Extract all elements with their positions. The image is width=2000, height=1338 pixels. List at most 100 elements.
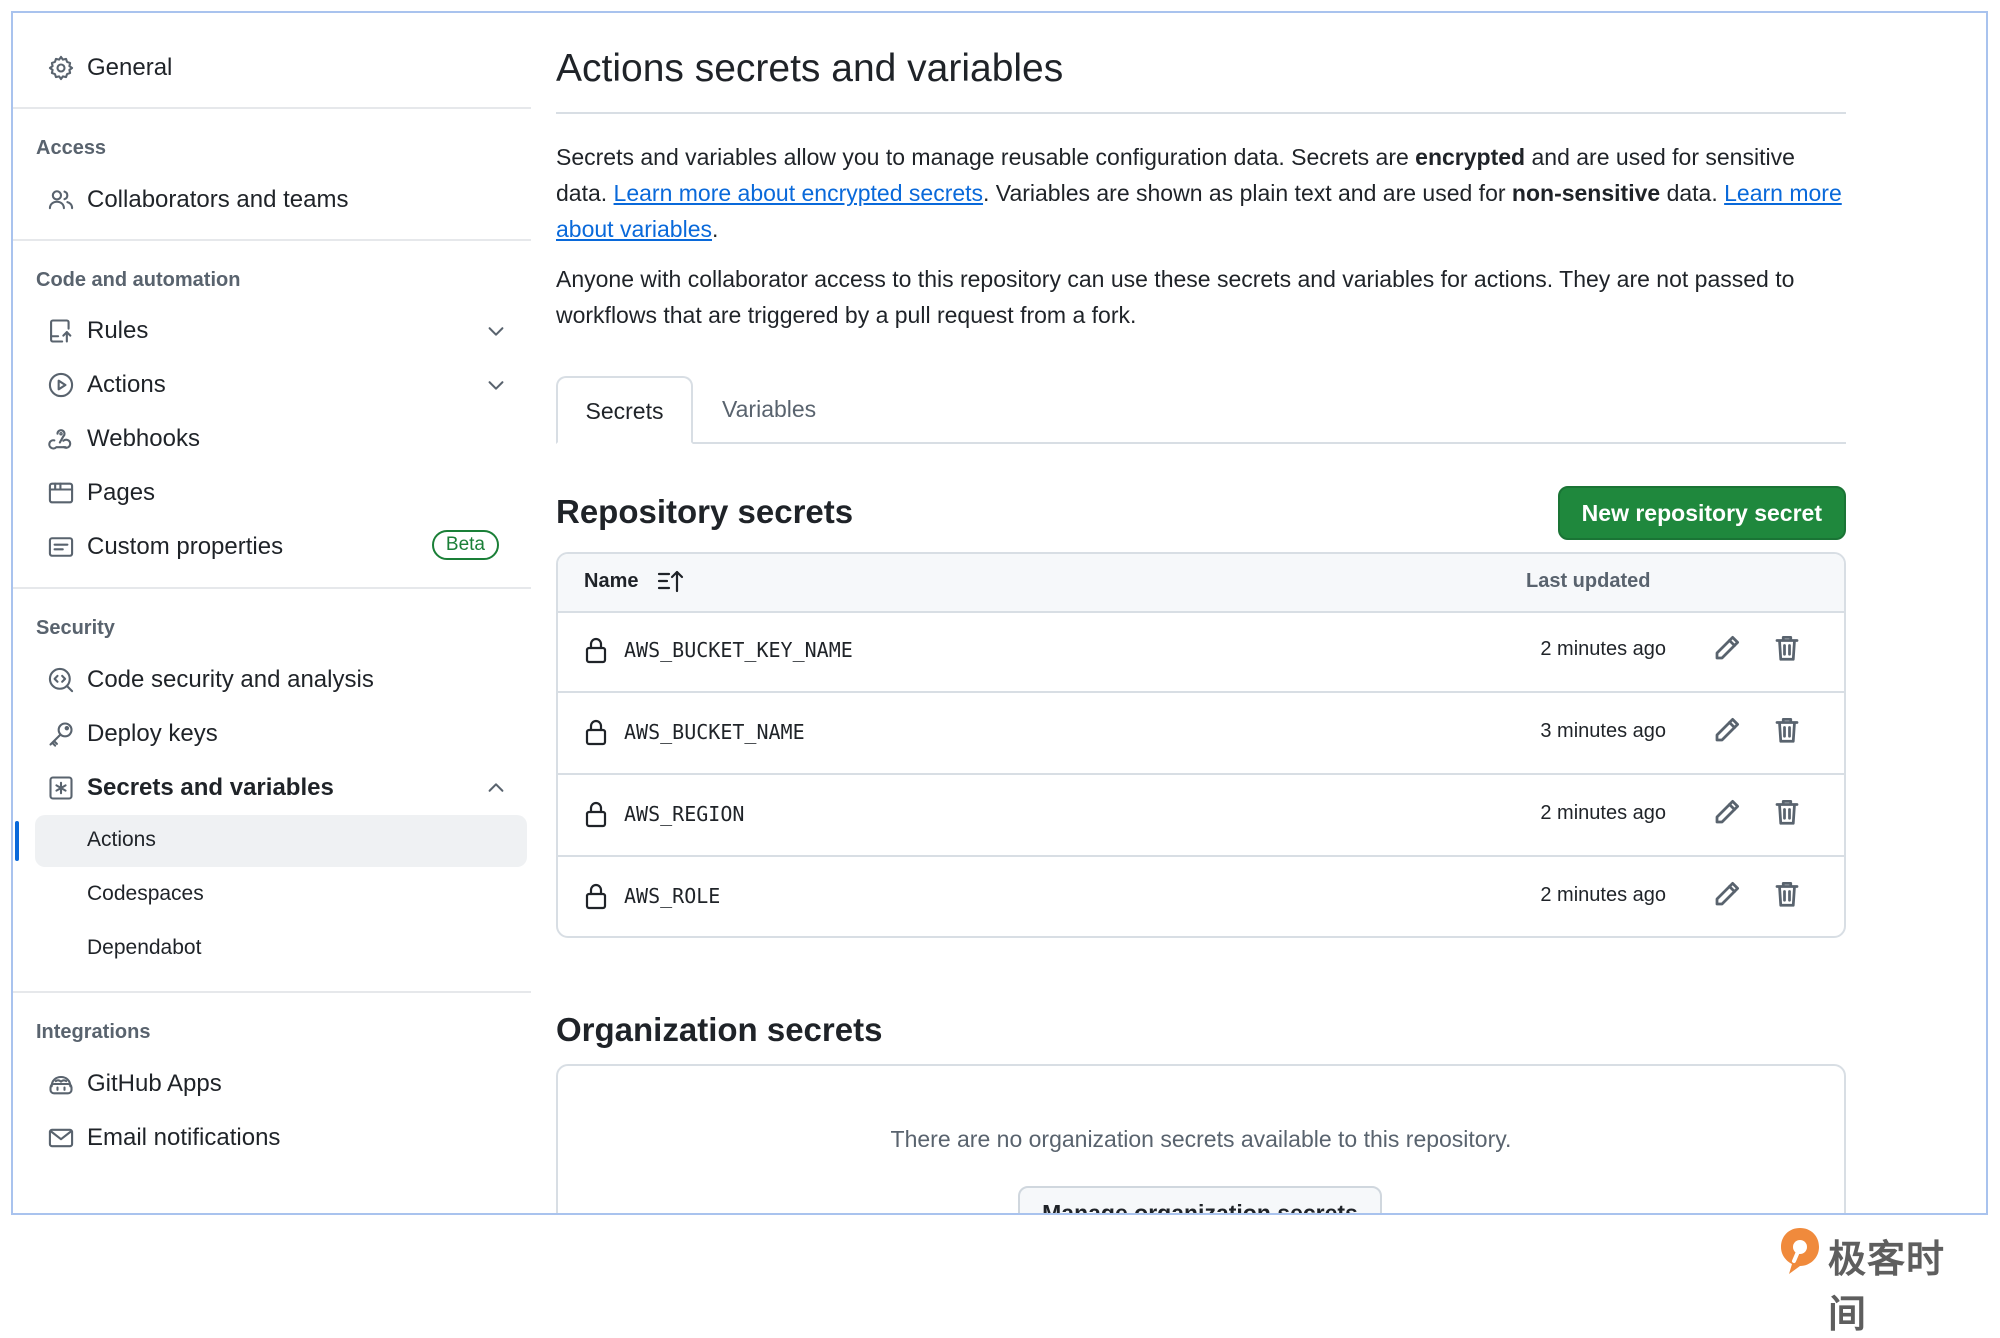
secret-name: AWS_REGION (624, 802, 745, 826)
trash-icon[interactable] (1772, 879, 1806, 913)
secret-updated: 3 minutes ago (1540, 720, 1666, 742)
note-icon (47, 533, 75, 561)
repository-secrets-table: Name Last updated AWS_BUCKET_KEY_NAME 2 … (556, 552, 1846, 938)
lock-icon (582, 881, 610, 911)
sidebar-group-integrations: Integrations (36, 1021, 151, 1043)
lock-icon (582, 717, 610, 747)
secret-name: AWS_ROLE (624, 884, 721, 908)
sidebar-subitem-dependabot[interactable]: Dependabot (35, 923, 527, 975)
webhook-icon (47, 425, 75, 453)
settings-frame: General Access Collaborators and teams C… (11, 11, 1988, 1215)
active-indicator (15, 821, 19, 861)
sidebar-item-actions[interactable]: Actions (35, 358, 525, 410)
intro-emphasis: encrypted (1415, 144, 1526, 170)
tab-variables[interactable]: Variables (722, 376, 816, 444)
sidebar-subitem-label: Actions (87, 828, 156, 851)
sidebar-item-label: Custom properties (87, 533, 284, 560)
sidebar-item-label: Collaborators and teams (87, 186, 349, 213)
pencil-icon[interactable] (1712, 633, 1746, 667)
geektime-logo-icon (1781, 1228, 1819, 1274)
lock-icon (582, 635, 610, 665)
sidebar-subitem-codespaces[interactable]: Codespaces (35, 869, 527, 921)
sidebar-divider (13, 991, 531, 993)
secret-updated: 2 minutes ago (1540, 884, 1666, 906)
sidebar-subitem-actions[interactable]: Actions (35, 815, 527, 867)
intro-text: Secrets and variables allow you to manag… (556, 144, 1416, 170)
mail-icon (47, 1124, 75, 1152)
settings-sidebar: General Access Collaborators and teams C… (13, 13, 531, 1213)
sidebar-divider (13, 587, 531, 589)
secret-name: AWS_BUCKET_NAME (624, 720, 805, 744)
repo-push-icon (47, 317, 75, 345)
play-circle-icon (47, 371, 75, 399)
intro-text: data. (1660, 180, 1725, 206)
sidebar-item-label: Deploy keys (87, 720, 218, 747)
column-header-name[interactable]: Name (584, 570, 638, 593)
learn-more-secrets-link[interactable]: Learn more about encrypted secrets (614, 180, 983, 206)
trash-icon[interactable] (1772, 633, 1806, 667)
organization-secrets-heading: Organization secrets (556, 1011, 883, 1048)
sidebar-divider (13, 239, 531, 241)
chevron-down-icon[interactable] (485, 374, 507, 396)
tab-secrets[interactable]: Secrets (556, 376, 693, 444)
intro-text: . (712, 216, 719, 242)
key-icon (47, 720, 75, 748)
sidebar-item-label: Pages (87, 479, 156, 506)
sidebar-item-label: Secrets and variables (87, 774, 334, 801)
table-row: AWS_ROLE 2 minutes ago (558, 857, 1844, 936)
sidebar-item-label: Rules (87, 317, 149, 344)
sidebar-subitem-label: Dependabot (87, 936, 202, 959)
sidebar-item-secrets-variables[interactable]: Secrets and variables (35, 761, 525, 813)
table-header: Name Last updated (558, 554, 1844, 613)
sidebar-item-email-notifications[interactable]: Email notifications (35, 1111, 525, 1163)
sidebar-item-rules[interactable]: Rules (35, 304, 525, 356)
sidebar-item-custom-properties[interactable]: Custom properties Beta (35, 520, 525, 572)
chevron-down-icon[interactable] (485, 320, 507, 342)
new-repository-secret-button[interactable]: New repository secret (1557, 486, 1846, 540)
sidebar-item-code-security[interactable]: Code security and analysis (35, 653, 525, 705)
gear-icon (47, 54, 75, 82)
sort-icon[interactable] (656, 567, 686, 595)
people-icon (47, 186, 75, 214)
sidebar-item-webhooks[interactable]: Webhooks (35, 412, 525, 464)
sidebar-item-label: GitHub Apps (87, 1070, 222, 1097)
manage-organization-secrets-button[interactable]: Manage organization secrets (1018, 1186, 1382, 1213)
trash-icon[interactable] (1772, 797, 1806, 831)
beta-badge: Beta (431, 530, 499, 560)
access-note: Anyone with collaborator access to this … (556, 266, 1795, 328)
org-secrets-empty-message: There are no organization secrets availa… (890, 1126, 1512, 1152)
chevron-up-icon[interactable] (485, 777, 507, 799)
browser-icon (47, 479, 75, 507)
pencil-icon[interactable] (1712, 797, 1746, 831)
secret-updated: 2 minutes ago (1540, 802, 1666, 824)
sidebar-item-collaborators[interactable]: Collaborators and teams (35, 173, 525, 225)
column-header-last-updated: Last updated (1526, 570, 1651, 592)
sidebar-item-github-apps[interactable]: GitHub Apps (35, 1057, 525, 1109)
intro-text: . Variables are shown as plain text and … (983, 180, 1512, 206)
organization-secrets-box: There are no organization secrets availa… (556, 1064, 1846, 1213)
intro-emphasis: non-sensitive (1511, 180, 1661, 206)
secrets-tabs: Secrets Variables (556, 376, 1846, 444)
table-row: AWS_BUCKET_NAME 3 minutes ago (558, 693, 1844, 775)
sidebar-subitem-label: Codespaces (87, 882, 204, 905)
pencil-icon[interactable] (1712, 879, 1746, 913)
pencil-icon[interactable] (1712, 715, 1746, 749)
secret-name: AWS_BUCKET_KEY_NAME (624, 638, 853, 662)
codescan-icon (47, 666, 75, 694)
sidebar-item-general[interactable]: General (35, 41, 525, 93)
sidebar-group-security: Security (36, 617, 115, 639)
repository-secrets-heading: Repository secrets (556, 493, 854, 530)
table-row: AWS_BUCKET_KEY_NAME 2 minutes ago (558, 611, 1844, 693)
lock-icon (582, 799, 610, 829)
sidebar-item-pages[interactable]: Pages (35, 466, 525, 518)
trash-icon[interactable] (1772, 715, 1806, 749)
copilot-icon (47, 1070, 75, 1098)
title-divider (556, 112, 1846, 114)
intro-paragraph: Secrets and variables allow you to manag… (556, 139, 1846, 247)
table-row: AWS_REGION 2 minutes ago (558, 775, 1844, 857)
sidebar-item-deploy-keys[interactable]: Deploy keys (35, 707, 525, 759)
sidebar-item-label: Webhooks (87, 425, 200, 452)
sidebar-group-access: Access (36, 137, 107, 159)
sidebar-item-label: Email notifications (87, 1124, 281, 1151)
sidebar-group-code: Code and automation (36, 269, 241, 291)
